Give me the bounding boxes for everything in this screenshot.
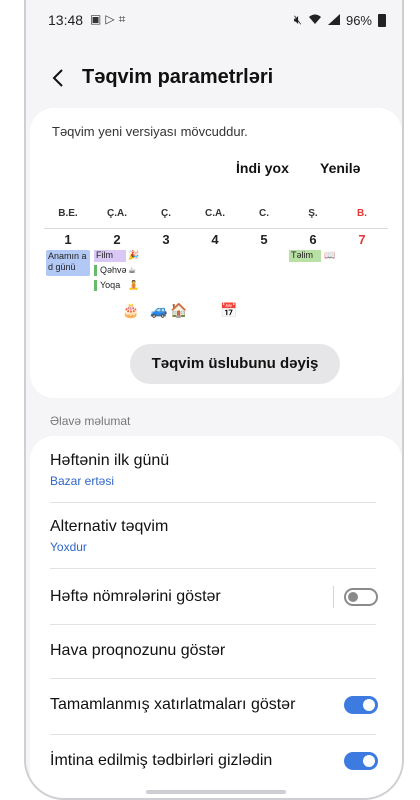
home-indicator[interactable] (146, 790, 286, 794)
setting-title: İmtina edilmiş tədbirləri gizlədin (50, 752, 273, 769)
book-icon: 📖 (324, 250, 336, 260)
setting-week-numbers[interactable]: Həftə nömrələrini göstər (50, 586, 382, 610)
yoga-icon: 🧘 (128, 280, 140, 290)
update-button[interactable]: Yenilə (320, 160, 360, 176)
screenshot-icon: ⌗ (118, 12, 126, 26)
setting-completed-reminders[interactable]: Tamamlanmış xatırlatmaları göstər (50, 696, 382, 718)
date-number: 1 (64, 232, 72, 247)
completed-reminders-toggle[interactable] (344, 696, 378, 714)
dow-label: C.A. (205, 208, 225, 219)
dow-label: Ç. (161, 208, 171, 219)
divider (50, 734, 376, 735)
setting-title: Tamamlanmış xatırlatmaları göstər (50, 696, 296, 713)
status-right: 🔇︎ 96% (294, 12, 386, 28)
play-icon: ▷ (105, 12, 115, 26)
dow-label: Ç.A. (107, 208, 127, 219)
mute-icon: 🔇︎ (293, 12, 302, 27)
settings-card: Həftənin ilk günü Bazar ertəsi Alternati… (30, 436, 402, 798)
later-button[interactable]: İndi yox (236, 160, 289, 176)
setting-value: Bazar ertəsi (50, 474, 115, 488)
event-training: Təlim (289, 250, 321, 262)
event-film: Film (94, 250, 126, 262)
dow-label: B.E. (58, 208, 78, 219)
status-left-icons: ▣ ▷ ⌗ (90, 12, 125, 27)
setting-title: Həftənin ilk günü (50, 452, 170, 469)
section-label: Əlavə məlumat (50, 414, 131, 428)
event-yoga: Yoqa (94, 280, 120, 291)
dow-label: C. (259, 208, 269, 219)
battery-percent: 96% (345, 12, 372, 28)
change-style-button[interactable]: Təqvim üslubunu dəyiş (130, 344, 340, 384)
setting-weather[interactable]: Hava proqnozunu göstər (50, 642, 382, 660)
signal-icon (327, 13, 340, 28)
page-title: Təqvim parametrləri (82, 66, 274, 88)
date-number: 3 (162, 232, 170, 247)
setting-value: Yoxdur (50, 540, 87, 554)
setting-alt-calendar[interactable]: Alternativ təqvim Yoxdur (50, 518, 382, 554)
divider (50, 568, 376, 569)
status-time: 13:48 (48, 12, 84, 28)
date-number: 4 (211, 232, 219, 247)
setting-title: Alternativ təqvim (50, 518, 169, 535)
event-coffee: Qəhvə (94, 265, 127, 276)
wifi-icon (308, 13, 322, 28)
divider (50, 502, 376, 503)
update-card: Təqvim yeni versiyası mövcuddur. İndi yo… (30, 108, 402, 398)
toggle-separator (333, 586, 334, 608)
setting-first-day[interactable]: Həftənin ilk günü Bazar ertəsi (50, 452, 382, 488)
divider (50, 624, 376, 625)
house-icon: 🏠 (170, 302, 188, 318)
setting-title: Hava proqnozunu göstər (50, 642, 226, 659)
dow-label: B. (357, 208, 367, 219)
back-arrow-icon[interactable] (48, 66, 70, 90)
calendar-clock-icon: 📅 (220, 302, 238, 318)
calendar-divider (44, 228, 388, 229)
event-birthday: Anamın a d günü (46, 250, 90, 276)
cake-icon: 🎂 (122, 302, 140, 318)
party-icon: 🎉 (128, 250, 140, 260)
date-number: 7 (358, 232, 366, 247)
car-icon: 🚙 (150, 302, 168, 318)
app-header: Təqvim parametrləri (26, 56, 402, 100)
setting-hide-declined[interactable]: İmtina edilmiş tədbirləri gizlədin (50, 752, 382, 774)
image-icon: ▣ (90, 12, 102, 26)
date-number: 5 (260, 232, 268, 247)
phone-screen: 13:48 ▣ ▷ ⌗ 🔇︎ 96% Təqvim parametrləri T… (24, 0, 404, 800)
date-number: 2 (113, 232, 121, 247)
week-numbers-toggle[interactable] (344, 588, 378, 606)
coffee-icon: ☕ (128, 265, 137, 275)
dow-label: Ş. (308, 208, 318, 219)
status-bar: 13:48 ▣ ▷ ⌗ 🔇︎ 96% (26, 0, 402, 40)
date-number: 6 (309, 232, 317, 247)
battery-icon (378, 13, 386, 27)
update-notice: Təqvim yeni versiyası mövcuddur. (52, 124, 248, 139)
divider (50, 678, 376, 679)
hide-declined-toggle[interactable] (344, 752, 378, 770)
